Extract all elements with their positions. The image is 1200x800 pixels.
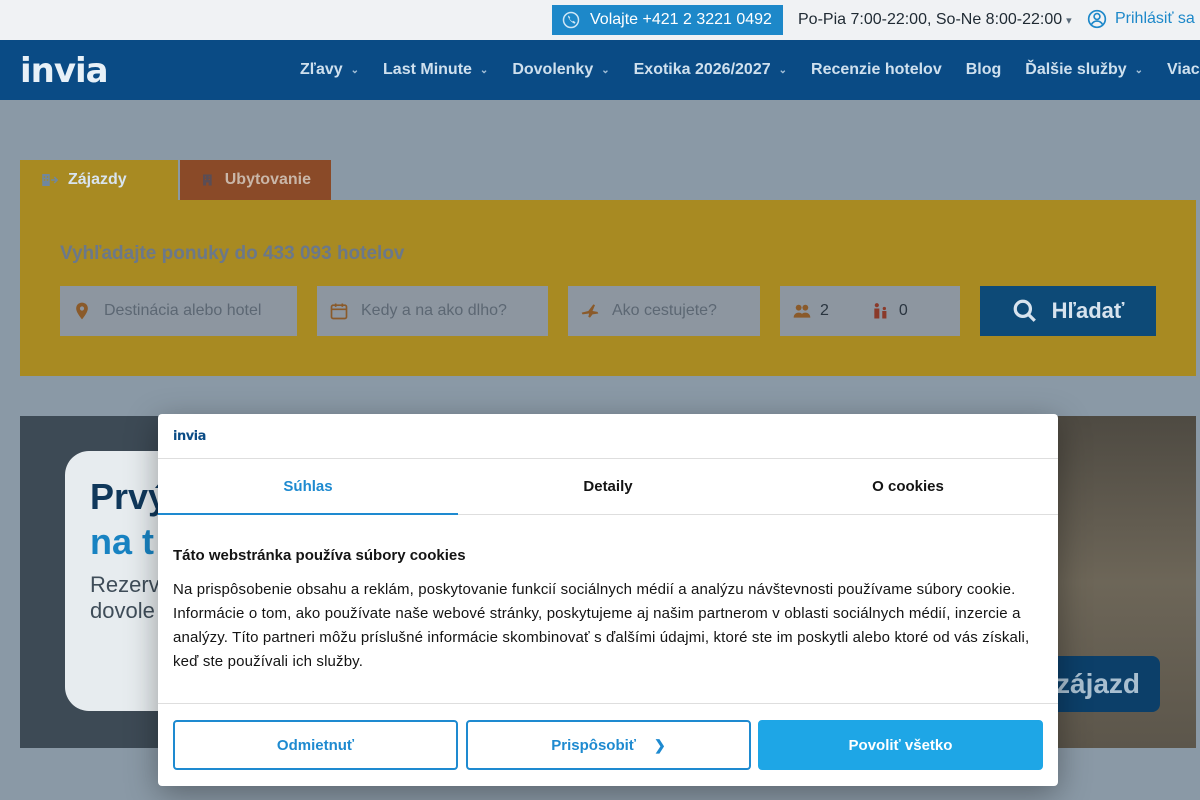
opening-hours-text: Po-Pia 7:00-22:00, So-Ne 8:00-22:00 (798, 11, 1063, 28)
tab-zajazdy[interactable]: Zájazdy (20, 160, 178, 200)
nav-item-label: Blog (965, 61, 1002, 78)
search-icon (1013, 299, 1036, 322)
search-title: Vyhľadajte ponuky do 433 093 hotelov (60, 243, 405, 264)
login-link[interactable]: Prihlásiť sa (1087, 9, 1195, 29)
promo-heading: Prvý (90, 476, 169, 517)
nav-item-label: Viac (1167, 61, 1200, 78)
main-navbar: invia Zľavy ⌄ Last Minute ⌄ Dovolenky ⌄ Exotik… (0, 40, 1200, 100)
call-label: Volajte +421 2 3221 0492 (590, 11, 772, 28)
calendar-icon (330, 303, 348, 320)
opening-hours[interactable]: Po-Pia 7:00-22:00, So-Ne 8:00-22:00 ▾ (798, 11, 1072, 29)
chevron-right-icon: ❯ (653, 736, 666, 753)
nav-item-label: Last Minute (383, 61, 472, 78)
nav-item[interactable]: Recenzie hotelov (811, 61, 942, 79)
date-placeholder: Kedy a na ako dlho? (361, 302, 507, 319)
chevron-down-icon: ⌄ (601, 64, 610, 76)
tab-ubytovanie[interactable]: Ubytovanie (180, 160, 331, 200)
tab-detaily[interactable]: Detaily (458, 459, 758, 514)
tab-o-cookies[interactable]: O cookies (758, 459, 1058, 514)
login-label: Prihlásiť sa (1115, 10, 1195, 27)
allow-all-button[interactable]: Povoliť všetko (758, 720, 1043, 770)
cookie-dialog-header: invia (158, 414, 1058, 459)
chevron-down-icon: ⌄ (1134, 64, 1144, 76)
transport-placeholder: Ako cestujete? (612, 302, 717, 319)
adults-count: 2 (820, 302, 829, 319)
nav-item[interactable]: Exotika 2026/2027 ⌄ (634, 61, 787, 79)
nav-item[interactable]: Viac⌄ (1167, 61, 1200, 79)
nav-item-label: Dovolenky (512, 61, 594, 78)
promo-text: Rezerv dovole (90, 572, 160, 624)
decline-button[interactable]: Odmietnuť (173, 720, 458, 770)
chevron-down-icon: ⌄ (778, 64, 788, 76)
hotel-icon (203, 174, 212, 186)
children-group: 0 (871, 301, 908, 321)
search-tabs: Zájazdy Ubytovanie (20, 160, 331, 200)
nav-item[interactable]: Last Minute ⌄ (383, 61, 488, 79)
destination-input[interactable]: Destinácia alebo hotel (60, 286, 297, 336)
logo[interactable]: invia (20, 51, 109, 91)
travelers-input[interactable]: 2 0 (780, 286, 960, 336)
tab-zajazdy-label: Zájazdy (68, 171, 127, 188)
promo-text-line-1: Rezerv (90, 572, 160, 597)
adults-icon (793, 304, 811, 318)
hotel-plane-icon (42, 174, 58, 186)
nav-item[interactable]: Ďalšie služby ⌄ (1025, 61, 1143, 79)
search-button[interactable]: Hľadať (980, 286, 1156, 336)
children-count: 0 (898, 302, 908, 319)
cookie-dialog-title: Táto webstránka používa súbory cookies (173, 547, 466, 564)
allow-all-label: Povoliť všetko (848, 736, 953, 754)
cookie-dialog-tabs: Súhlas Detaily O cookies (158, 459, 1058, 515)
children-icon (874, 303, 887, 319)
main-nav: Zľavy ⌄ Last Minute ⌄ Dovolenky ⌄ Exotika 2026… (300, 40, 1200, 100)
promo-subheading: na t (90, 521, 155, 562)
tab-suhlas[interactable]: Súhlas (158, 459, 458, 515)
cookie-dialog-logo: invia (173, 428, 206, 444)
phone-icon (562, 11, 580, 29)
nav-item[interactable]: Dovolenky ⌄ (512, 61, 609, 79)
tab-ubytovanie-label: Ubytovanie (224, 171, 311, 188)
date-input[interactable]: Kedy a na ako dlho? (317, 286, 548, 336)
nav-item[interactable]: Zľavy ⌄ (300, 61, 359, 79)
search-panel: Vyhľadajte ponuky do 433 093 hotelov Des… (20, 200, 1196, 376)
cookie-dialog-footer: Odmietnuť Prispôsobiť ❯ Povoliť všetko (158, 703, 1058, 786)
nav-item-label: Recenzie hotelov (811, 61, 942, 78)
search-button-label: Hľadať (1051, 298, 1125, 323)
nav-item-label: Zľavy (300, 61, 343, 78)
call-button[interactable]: Volajte +421 2 3221 0492 (552, 5, 783, 35)
decline-label: Odmietnuť (276, 736, 355, 754)
nav-item-label: Ďalšie služby (1025, 61, 1127, 78)
plane-icon (581, 304, 599, 318)
chevron-down-icon: ⌄ (350, 64, 360, 76)
customize-button[interactable]: Prispôsobiť ❯ (466, 720, 751, 770)
chevron-down-icon: ▾ (1066, 14, 1072, 27)
destination-placeholder: Destinácia alebo hotel (104, 302, 262, 319)
promo-text-line-2: dovole (90, 598, 155, 623)
user-icon (1087, 9, 1107, 29)
cookie-dialog-text: Na prispôsobenie obsahu a reklám, poskyt… (173, 581, 1030, 670)
top-utility-bar: Volajte +421 2 3221 0492 Po-Pia 7:00-22:… (0, 0, 1200, 40)
nav-item[interactable]: Blog (966, 61, 1002, 79)
customize-label: Prispôsobiť (551, 736, 636, 754)
chevron-down-icon: ⌄ (479, 64, 489, 76)
nav-item-label: Exotika 2026/2027 (633, 61, 771, 78)
transport-input[interactable]: Ako cestujete? (568, 286, 760, 336)
location-pin-icon (76, 302, 88, 320)
cookie-dialog-body: Táto webstránka používa súbory cookies N… (158, 515, 1058, 703)
cookie-consent-dialog: invia Súhlas Detaily O cookies Táto webs… (158, 414, 1058, 786)
